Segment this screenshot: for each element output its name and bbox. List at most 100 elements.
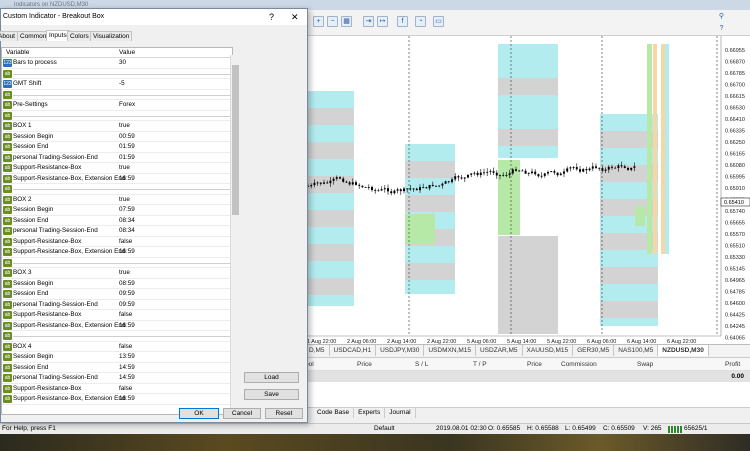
param-value[interactable]: 14:59 [118, 374, 232, 383]
param-row[interactable]: ab Support-Resistance-Box true [2, 163, 232, 174]
terminal-column-header[interactable]: T / P [473, 361, 487, 368]
separator-row[interactable]: ab [2, 69, 232, 79]
reset-button[interactable]: Reset [265, 408, 303, 419]
symbol-tab[interactable]: USDMXN,M15 [424, 345, 476, 356]
param-row[interactable]: ab Support-Resistance-Box, Extension End 1… [2, 321, 232, 331]
param-value[interactable]: Forex [118, 101, 232, 110]
terminal-column-header[interactable]: Price [527, 361, 542, 368]
separator-row[interactable]: ab [2, 90, 232, 100]
symbol-tab[interactable]: NZDUSD,M30 [658, 345, 709, 356]
param-row[interactable]: ab BOX 2 true [2, 195, 232, 205]
symbol-tab[interactable]: XAUUSD,M15 [523, 345, 574, 356]
param-row[interactable]: ab Support-Resistance-Box false [2, 237, 232, 247]
scrollbar-thumb[interactable] [232, 65, 239, 215]
grid-scrollbar[interactable] [230, 55, 239, 415]
indicators-icon[interactable]: f [397, 16, 408, 27]
terminal-column-header[interactable]: Commission [561, 361, 597, 368]
param-row[interactable]: 123 Bars to process 30 [2, 58, 232, 69]
param-value[interactable]: 01:59 [118, 143, 232, 152]
param-row[interactable]: ab personal Trading-Session-End 14:59 [2, 373, 232, 384]
param-value[interactable]: true [118, 164, 232, 173]
param-row[interactable]: ab personal Trading-Session-End 09:59 [2, 300, 232, 310]
param-row[interactable]: ab Session Begin 13:59 [2, 352, 232, 363]
param-row[interactable]: ab personal Trading-Session-End 01:59 [2, 153, 232, 163]
param-value[interactable]: 30 [118, 59, 232, 68]
param-row[interactable]: ab Session End 09:59 [2, 289, 232, 300]
param-value[interactable]: 00:59 [118, 133, 232, 142]
param-row[interactable]: ab Support-Resistance-Box false [2, 384, 232, 394]
param-row[interactable]: ab BOX 1 true [2, 121, 232, 132]
param-value[interactable]: false [118, 343, 232, 352]
tile-windows-icon[interactable]: ▦ [341, 16, 352, 27]
symbol-tab[interactable]: USDZAR,M5 [476, 345, 523, 356]
param-value[interactable]: 01:59 [118, 154, 232, 163]
zoom-out-icon[interactable]: − [327, 16, 338, 27]
param-row[interactable]: ab Session End 08:34 [2, 216, 232, 226]
autoscroll-icon[interactable]: ↦ [377, 16, 388, 27]
separator-row[interactable]: ab [2, 258, 232, 268]
periods-icon[interactable]: ◔ [415, 16, 426, 27]
terminal-column-header[interactable]: Profit [725, 361, 740, 368]
param-row[interactable]: ab Session Begin 07:59 [2, 205, 232, 216]
param-value[interactable]: 16:59 [118, 395, 232, 404]
help-icon[interactable]: ? [269, 9, 274, 25]
tab-visualization[interactable]: Visualization [90, 31, 133, 41]
param-row[interactable]: ab BOX 4 false [2, 342, 232, 352]
param-value[interactable]: 08:34 [118, 217, 232, 226]
inputs-grid[interactable]: Variable Value 123 Bars to process 30 ab 123… [1, 47, 233, 415]
param-value[interactable]: 13:59 [118, 353, 232, 362]
param-value[interactable]: true [118, 122, 232, 131]
param-value[interactable]: -5 [118, 80, 232, 89]
symbol-tab[interactable]: USDJPY,M30 [376, 345, 425, 356]
terminal-column-header[interactable]: Price [357, 361, 372, 368]
param-value[interactable]: false [118, 385, 232, 394]
param-row[interactable]: ab Session Begin 08:59 [2, 279, 232, 289]
terminal-tab[interactable]: Experts [354, 408, 386, 418]
help-icon[interactable]: ? [717, 24, 726, 33]
param-row[interactable]: ab Pre-Settings Forex [2, 100, 232, 111]
terminal-tab[interactable]: Code Base [313, 408, 355, 418]
param-value[interactable]: 08:34 [118, 227, 232, 236]
param-row[interactable]: ab Support-Resistance-Box, Extension End 1… [2, 174, 232, 184]
param-value[interactable]: 07:59 [118, 206, 232, 215]
param-value[interactable]: 09:59 [118, 290, 232, 299]
symbol-tab[interactable]: D,M5 [305, 345, 330, 356]
search-icon[interactable]: ⚲ [717, 12, 726, 21]
cancel-button[interactable]: Cancel [223, 408, 261, 419]
terminal-column-header[interactable]: Swap [637, 361, 653, 368]
param-row[interactable]: ab Support-Resistance-Box, Extension End 1… [2, 247, 232, 258]
param-value[interactable]: 14:59 [118, 364, 232, 373]
param-row[interactable]: ab Session Begin 00:59 [2, 132, 232, 142]
symbol-tab[interactable]: USDCAD,H1 [330, 345, 377, 356]
param-row[interactable]: ab Session End 14:59 [2, 363, 232, 373]
zoom-in-icon[interactable]: + [313, 16, 324, 27]
param-row[interactable]: ab personal Trading-Session-End 08:34 [2, 226, 232, 237]
param-row[interactable]: ab Support-Resistance-Box, Extension End 1… [2, 394, 232, 405]
param-value[interactable]: 16:59 [118, 248, 232, 257]
templates-icon[interactable]: ▭ [433, 16, 444, 27]
symbol-tab[interactable]: GER30,M5 [573, 345, 615, 356]
price-chart[interactable]: 0.66955 0.66870 0.66785 0.66700 0.66615 0.665… [305, 36, 750, 344]
separator-row[interactable]: ab [2, 184, 232, 195]
param-row[interactable]: ab BOX 3 true [2, 268, 232, 279]
param-value[interactable]: 09:59 [118, 301, 232, 310]
tab-common[interactable]: Common [17, 31, 50, 41]
param-value[interactable]: false [118, 311, 232, 320]
param-row[interactable]: ab Session End 01:59 [2, 142, 232, 153]
terminal-column-header[interactable]: S / L [415, 361, 428, 368]
param-value[interactable]: 16:59 [118, 322, 232, 331]
param-value[interactable]: 08:59 [118, 280, 232, 289]
separator-row[interactable]: ab [2, 111, 232, 121]
close-icon[interactable]: ✕ [291, 9, 299, 25]
save-button[interactable]: Save [244, 389, 299, 400]
terminal-tab[interactable]: Journal [385, 408, 416, 418]
param-value[interactable]: true [118, 269, 232, 278]
chart-shift-icon[interactable]: ⇥ [363, 16, 374, 27]
param-row[interactable]: 123 GMT Shift -5 [2, 79, 232, 90]
tab-about[interactable]: About [0, 31, 18, 41]
tab-colors[interactable]: Colors [67, 31, 92, 41]
load-button[interactable]: Load [244, 372, 299, 383]
ok-button[interactable]: OK [179, 408, 219, 419]
symbol-tab[interactable]: NAS100,M5 [614, 345, 659, 356]
param-value[interactable]: true [118, 196, 232, 205]
